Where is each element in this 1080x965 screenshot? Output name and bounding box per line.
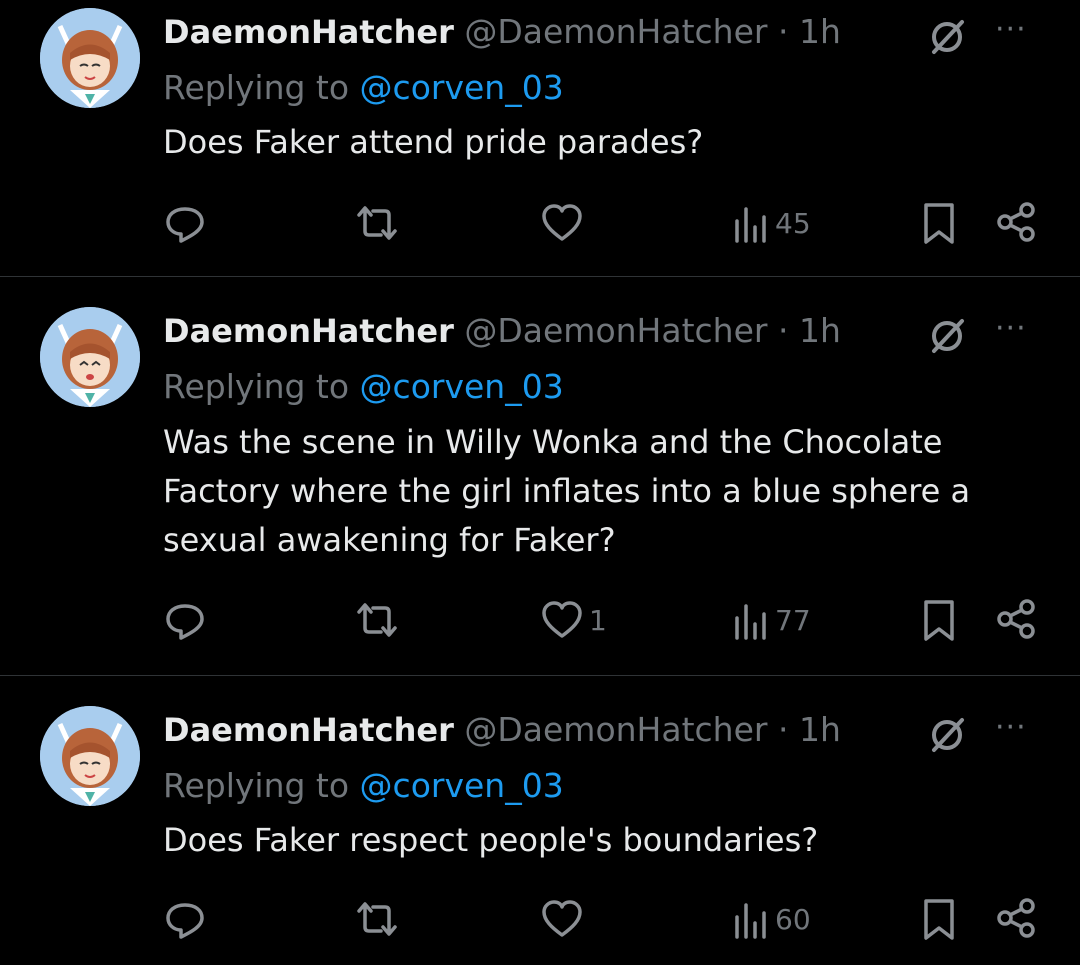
display-name[interactable]: DaemonHatcher bbox=[163, 13, 454, 51]
retweet-button[interactable] bbox=[355, 203, 399, 243]
separator-dot: · bbox=[777, 710, 789, 749]
like-count: 1 bbox=[589, 603, 607, 637]
views-button[interactable]: 45 bbox=[733, 203, 811, 243]
reply-button[interactable] bbox=[164, 203, 206, 245]
retweet-button[interactable] bbox=[355, 899, 399, 939]
tweet-text: Does Faker attend pride parades? bbox=[163, 123, 704, 161]
retweet-icon bbox=[357, 603, 397, 637]
separator-dot: · bbox=[777, 311, 789, 350]
bookmark-icon bbox=[924, 203, 954, 244]
reply-button[interactable] bbox=[164, 899, 206, 941]
timestamp[interactable]: 1h bbox=[799, 311, 841, 350]
timestamp[interactable]: 1h bbox=[799, 710, 841, 749]
share-button[interactable] bbox=[996, 599, 1036, 639]
reply-icon bbox=[166, 903, 204, 939]
tweet-text: Does Faker respect people's boundaries? bbox=[163, 821, 819, 859]
grok-icon[interactable] bbox=[928, 16, 968, 56]
bookmark-button[interactable] bbox=[922, 898, 956, 942]
retweet-icon bbox=[357, 206, 397, 240]
avatar[interactable] bbox=[40, 307, 140, 407]
tweet-text: Was the scene in Willy Wonka and the Cho… bbox=[163, 423, 971, 559]
tweet-header: DaemonHatcher @DaemonHatcher · 1h bbox=[163, 309, 841, 353]
replying-label: Replying to bbox=[163, 367, 350, 406]
tweet[interactable]: DaemonHatcher @DaemonHatcher · 1h ··· Re… bbox=[0, 277, 1080, 675]
views-icon bbox=[735, 903, 766, 939]
avatar[interactable] bbox=[40, 8, 140, 108]
more-options-icon[interactable]: ··· bbox=[995, 12, 1027, 47]
share-button[interactable] bbox=[996, 898, 1036, 938]
reply-button[interactable] bbox=[164, 600, 206, 642]
bookmark-button[interactable] bbox=[922, 202, 956, 246]
tweet[interactable]: DaemonHatcher @DaemonHatcher · 1h ··· Re… bbox=[0, 676, 1080, 965]
retweet-button[interactable] bbox=[355, 600, 399, 640]
views-button[interactable]: 60 bbox=[733, 899, 811, 939]
bookmark-icon bbox=[924, 600, 954, 641]
mention-link[interactable]: @corven_03 bbox=[360, 367, 564, 406]
separator-dot: · bbox=[777, 12, 789, 51]
like-button[interactable] bbox=[541, 203, 589, 243]
display-name[interactable]: DaemonHatcher bbox=[163, 711, 454, 749]
like-button[interactable] bbox=[541, 899, 589, 939]
replying-label: Replying to bbox=[163, 68, 350, 107]
share-icon bbox=[997, 202, 1035, 242]
more-options-icon[interactable]: ··· bbox=[995, 710, 1027, 745]
more-options-icon[interactable]: ··· bbox=[995, 311, 1027, 346]
views-icon bbox=[735, 207, 766, 243]
share-icon bbox=[997, 898, 1035, 938]
reply-icon bbox=[166, 604, 204, 640]
views-icon bbox=[735, 604, 766, 640]
view-count: 45 bbox=[775, 206, 811, 240]
tweet-header: DaemonHatcher @DaemonHatcher · 1h bbox=[163, 708, 841, 752]
heart-icon bbox=[542, 601, 582, 638]
view-count: 60 bbox=[775, 902, 811, 936]
reply-icon bbox=[166, 207, 204, 243]
mention-link[interactable]: @corven_03 bbox=[360, 68, 564, 107]
user-handle[interactable]: @DaemonHatcher bbox=[464, 311, 767, 350]
retweet-icon bbox=[357, 902, 397, 936]
views-button[interactable]: 77 bbox=[733, 600, 811, 640]
heart-icon bbox=[542, 900, 582, 937]
avatar[interactable] bbox=[40, 706, 140, 806]
user-handle[interactable]: @DaemonHatcher bbox=[464, 12, 767, 51]
view-count: 77 bbox=[775, 603, 811, 637]
mention-link[interactable]: @corven_03 bbox=[360, 766, 564, 805]
heart-icon bbox=[542, 204, 582, 241]
user-handle[interactable]: @DaemonHatcher bbox=[464, 710, 767, 749]
grok-icon[interactable] bbox=[928, 315, 968, 355]
timestamp[interactable]: 1h bbox=[799, 12, 841, 51]
bookmark-icon bbox=[924, 899, 954, 940]
share-button[interactable] bbox=[996, 202, 1036, 242]
bookmark-button[interactable] bbox=[922, 599, 956, 643]
like-button[interactable]: 1 bbox=[541, 600, 607, 640]
tweet[interactable]: DaemonHatcher @DaemonHatcher · 1h ··· Re… bbox=[0, 0, 1080, 276]
share-icon bbox=[997, 599, 1035, 639]
replying-to: Replying to @corven_03 bbox=[163, 68, 564, 107]
replying-label: Replying to bbox=[163, 766, 350, 805]
replying-to: Replying to @corven_03 bbox=[163, 766, 564, 805]
display-name[interactable]: DaemonHatcher bbox=[163, 312, 454, 350]
tweet-header: DaemonHatcher @DaemonHatcher · 1h bbox=[163, 10, 841, 54]
replying-to: Replying to @corven_03 bbox=[163, 367, 564, 406]
grok-icon[interactable] bbox=[928, 714, 968, 754]
